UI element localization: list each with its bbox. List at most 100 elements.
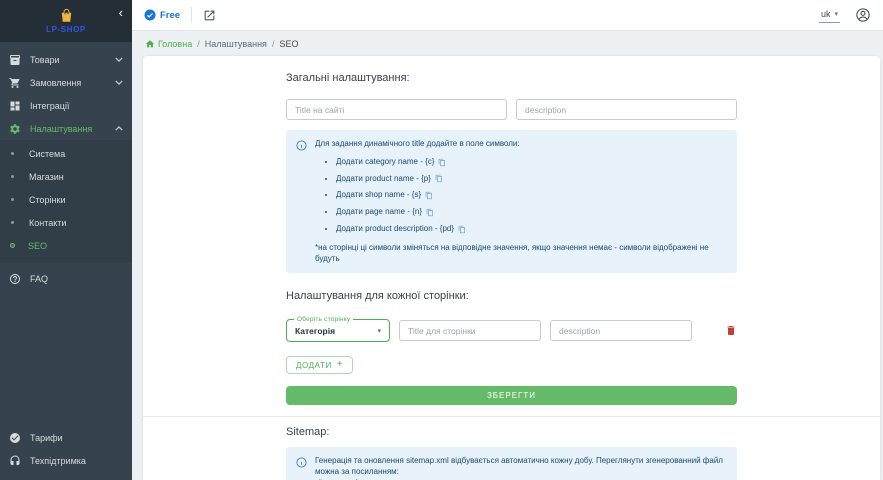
sidebar-item-label: Тарифи xyxy=(30,433,63,443)
general-inputs-row xyxy=(286,99,737,120)
settings-submenu: Система Магазин Сторінки Контакти SEO xyxy=(0,140,132,263)
sidebar-item-seo[interactable]: SEO xyxy=(0,234,132,257)
chevron-down-icon xyxy=(115,80,123,85)
page-type-select[interactable]: Оберіть сторінку Категорія ▾ xyxy=(286,319,390,342)
sidebar-item-integrations[interactable]: Інтеграції xyxy=(0,94,132,117)
title-symbols-alert: Для задання динамічного title додайте в … xyxy=(286,130,737,273)
sidebar-item-orders[interactable]: Замовлення xyxy=(0,71,132,94)
sidebar-spacer xyxy=(0,290,132,426)
copy-icon[interactable] xyxy=(426,208,434,217)
trash-icon xyxy=(725,324,737,337)
sidebar-item-system[interactable]: Система xyxy=(0,142,132,165)
plus-icon: + xyxy=(337,361,343,369)
main-area: Free uk ▾ Головна / Налаштування / SEO З… xyxy=(132,0,883,480)
sidebar-item-pages[interactable]: Сторінки xyxy=(0,188,132,211)
caret-down-icon: ▾ xyxy=(377,327,381,335)
language-value: uk xyxy=(821,9,831,19)
delete-row-button[interactable] xyxy=(725,324,737,337)
select-value: Категорія xyxy=(295,326,335,336)
plan-badge[interactable]: Free xyxy=(144,9,180,21)
per-page-row: Оберіть сторінку Категорія ▾ xyxy=(286,319,737,342)
page-description-input[interactable] xyxy=(550,320,692,341)
language-select[interactable]: uk ▾ xyxy=(819,8,840,23)
box-icon xyxy=(9,54,21,66)
account-button[interactable] xyxy=(855,7,871,23)
bullet-dot xyxy=(11,221,14,224)
caret-down-icon: ▾ xyxy=(834,10,838,18)
sidebar-item-label: Техпідтримка xyxy=(30,456,86,466)
sidebar-item-label: Налаштування xyxy=(30,124,92,134)
info-icon xyxy=(296,140,307,151)
breadcrumb-section: Налаштування xyxy=(205,39,267,49)
open-site-button[interactable] xyxy=(203,9,216,22)
sidebar-item-shop[interactable]: Магазин xyxy=(0,165,132,188)
add-page-button[interactable]: додати + xyxy=(286,356,353,374)
select-floating-label: Оберіть сторінку xyxy=(294,316,353,323)
symbols-list-item: Додати product name - {p} xyxy=(336,174,727,185)
sidebar-item-label: Сторінки xyxy=(29,195,65,205)
sidebar-item-products[interactable]: Товари xyxy=(0,48,132,71)
bullet-dot xyxy=(11,152,14,155)
alert-body: Генерація та оновлення sitemap.xml відбу… xyxy=(315,456,727,480)
sitemap-alert: Генерація та оновлення sitemap.xml відбу… xyxy=(286,447,737,480)
breadcrumb-separator: / xyxy=(197,39,200,49)
sidebar-item-tariffs[interactable]: Тарифи xyxy=(0,426,132,449)
site-title-input[interactable] xyxy=(286,99,507,120)
bullet-dot xyxy=(11,198,14,201)
alert-body: Для задання динамічного title додайте в … xyxy=(315,139,727,264)
general-settings-heading: Загальні налаштування: xyxy=(286,72,737,84)
site-description-input[interactable] xyxy=(516,99,737,120)
sidebar-item-settings[interactable]: Налаштування xyxy=(0,117,132,140)
copy-icon[interactable] xyxy=(425,191,433,200)
page-title-input[interactable] xyxy=(399,320,541,341)
home-icon xyxy=(145,39,155,49)
symbols-list: Додати category name - {c} Додати produc… xyxy=(336,157,727,235)
sidebar-item-label: Товари xyxy=(30,55,60,65)
sidebar-item-label: Магазин xyxy=(29,172,64,182)
breadcrumb-home-link[interactable]: Головна xyxy=(145,39,192,49)
sidebar-bottom: Тарифи Техпідтримка xyxy=(0,426,132,480)
symbol-text: Додати category name - {c} xyxy=(336,157,434,168)
copy-icon[interactable] xyxy=(438,158,446,167)
save-button[interactable]: зберегти xyxy=(286,386,737,405)
symbols-list-item: Додати page name - {n} xyxy=(336,207,727,218)
copy-icon[interactable] xyxy=(458,225,466,234)
breadcrumb-current: SEO xyxy=(279,39,298,49)
sidebar-item-label: FAQ xyxy=(30,274,48,284)
sidebar-collapse-icon[interactable]: ‹ xyxy=(119,7,123,19)
gear-icon xyxy=(9,123,21,135)
sidebar-item-label: Інтеграції xyxy=(30,101,69,111)
sidebar-header: LP-SHOP ‹ xyxy=(0,0,132,42)
breadcrumb: Головна / Налаштування / SEO xyxy=(132,31,883,56)
brand-bag-icon xyxy=(59,8,74,23)
symbol-text: Додати shop name - {s} xyxy=(336,190,421,201)
sidebar-item-label: Контакти xyxy=(29,218,66,228)
symbol-text: Додати product name - {p} xyxy=(336,174,431,185)
sitemap-alert-text: Генерація та оновлення sitemap.xml відбу… xyxy=(315,456,723,476)
copy-icon[interactable] xyxy=(435,174,443,183)
sidebar-item-label: SEO xyxy=(28,241,47,251)
alert-intro: Для задання динамічного title додайте в … xyxy=(315,139,727,150)
symbol-text: Додати product description - {pd} xyxy=(336,224,454,235)
sidebar: LP-SHOP ‹ Товари Замовлення Інт xyxy=(0,0,132,480)
chevron-up-icon xyxy=(115,126,123,131)
topbar-divider xyxy=(191,7,192,23)
check-circle-icon xyxy=(9,432,21,444)
chevron-down-icon xyxy=(115,57,123,62)
sitemap-heading: Sitemap: xyxy=(286,426,737,438)
external-link-icon xyxy=(203,9,216,22)
breadcrumb-home-label: Головна xyxy=(158,39,192,49)
apps-icon xyxy=(9,100,21,112)
brand-name: LP-SHOP xyxy=(46,25,86,34)
content-card: Загальні налаштування: Для задання динам… xyxy=(143,56,880,480)
cart-icon xyxy=(9,77,21,89)
sidebar-item-support[interactable]: Техпідтримка xyxy=(0,449,132,472)
add-button-label: додати xyxy=(296,361,332,370)
sidebar-item-faq[interactable]: FAQ xyxy=(0,267,132,290)
active-bullet-dot xyxy=(10,243,15,248)
general-settings-section: Загальні налаштування: Для задання динам… xyxy=(286,72,737,405)
symbol-text: Додати page name - {n} xyxy=(336,207,422,218)
topbar: Free uk ▾ xyxy=(132,0,883,31)
account-circle-icon xyxy=(855,7,871,23)
sidebar-item-contacts[interactable]: Контакти xyxy=(0,211,132,234)
